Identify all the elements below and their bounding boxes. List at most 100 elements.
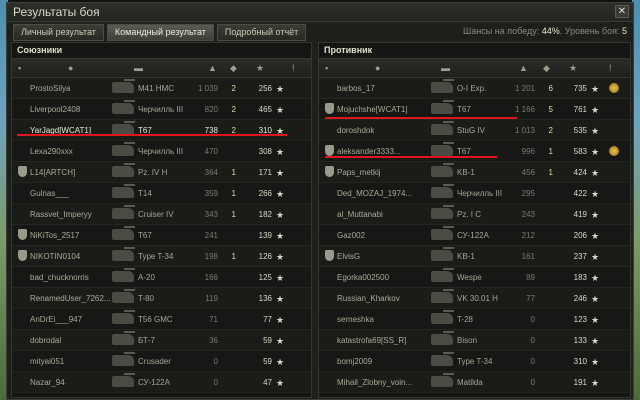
- platoon-icon: [18, 250, 27, 261]
- player-row[interactable]: Ded_MOZAJ_1974... Черчилль III 295 422 ★: [319, 183, 630, 204]
- tank-icon: [431, 205, 454, 219]
- player-column-icon[interactable]: ●: [68, 63, 73, 73]
- star-icon: ★: [591, 378, 600, 388]
- damage-value: 77: [526, 294, 535, 303]
- star-icon: ★: [276, 357, 285, 367]
- player-row[interactable]: bomj2009 Type T-34 0 310 ★: [319, 351, 630, 372]
- tank-icon: [431, 268, 454, 282]
- tab-team[interactable]: Командный результат: [106, 24, 214, 41]
- player-name: dobrodal: [30, 336, 62, 345]
- star-icon: ★: [591, 231, 600, 241]
- vehicle-name: БТ-7: [138, 336, 155, 345]
- player-row[interactable]: dobrodal БТ-7 36 59 ★: [12, 330, 311, 351]
- tab-detailed[interactable]: Подробный отчёт: [216, 24, 307, 41]
- xp-value: 126: [258, 252, 272, 261]
- player-name: ElvisG: [337, 252, 361, 261]
- damage-value: 456: [521, 168, 535, 177]
- tank-icon: [112, 331, 135, 345]
- player-row[interactable]: aleksander3333... T67 996 1 583 ★: [319, 141, 630, 162]
- damage-column-icon[interactable]: ▲: [519, 63, 528, 73]
- platoon-column-icon[interactable]: ▪: [18, 63, 21, 73]
- frags-value: 1: [231, 189, 236, 198]
- player-name: AnDrEi___947: [30, 315, 83, 324]
- frags-column-icon[interactable]: ◆: [230, 63, 237, 74]
- star-icon: ★: [591, 84, 600, 94]
- player-row[interactable]: AnDrEi___947 T56 GMC 71 77 ★: [12, 309, 311, 330]
- frags-value: 2: [548, 126, 553, 135]
- star-icon: ★: [591, 189, 600, 199]
- damage-value: 996: [521, 147, 535, 156]
- player-row[interactable]: NIKOTIN0104 Type T-34 198 1 126 ★: [12, 246, 311, 267]
- player-row[interactable]: Paps_metkij KB-1 456 1 424 ★: [319, 162, 630, 183]
- tab-bar: Личный результат Командный результат Под…: [13, 24, 309, 41]
- player-row[interactable]: RenamedUser_7262... T-80 119 136 ★: [12, 288, 311, 309]
- player-row[interactable]: YarJagd[WCAT1] T67 738 2 310 ★: [12, 120, 311, 141]
- player-name: doroshdok: [337, 126, 375, 135]
- damage-value: 71: [209, 315, 218, 324]
- player-row[interactable]: ElvisG KB-1 161 237 ★: [319, 246, 630, 267]
- player-name: Mojuchshe[WCAT1]: [337, 105, 408, 114]
- tank-icon: [112, 100, 135, 114]
- star-icon: ★: [591, 357, 600, 367]
- frags-value: 1: [231, 252, 236, 261]
- vehicle-name: СУ-122А: [457, 231, 489, 240]
- vehicle-name: Wespe: [457, 273, 482, 282]
- player-row[interactable]: Russian_Kharkov VK 30.01 H 77 246 ★: [319, 288, 630, 309]
- star-icon: ★: [591, 105, 600, 115]
- xp-value: 125: [258, 273, 272, 282]
- close-icon[interactable]: ✕: [615, 5, 629, 18]
- player-row[interactable]: barbos_17 O-I Exp. 1 201 6 735 ★: [319, 78, 630, 99]
- vehicle-name: Type T-34: [457, 357, 493, 366]
- player-row[interactable]: bad_chucknorris A-20 166 125 ★: [12, 267, 311, 288]
- tank-icon: [112, 289, 135, 303]
- player-row[interactable]: Rassvet_Imperyy Cruiser IV 343 1 182 ★: [12, 204, 311, 225]
- player-row[interactable]: Liverpool2408 Черчилль III 820 2 465 ★: [12, 99, 311, 120]
- highlight-marker: [325, 117, 517, 119]
- highlight-marker: [17, 134, 287, 136]
- player-row[interactable]: katastrofa69[SS_R] Bison 0 133 ★: [319, 330, 630, 351]
- player-row[interactable]: NiKiTos_2517 T67 241 139 ★: [12, 225, 311, 246]
- player-row[interactable]: Nazar_94 СУ-122А 0 47 ★: [12, 372, 311, 393]
- frags-column-icon[interactable]: ◆: [543, 63, 550, 74]
- player-name: Egorka002500: [337, 273, 390, 282]
- player-row[interactable]: Lexa290xxx Черчилль III 470 308 ★: [12, 141, 311, 162]
- player-row[interactable]: L14[ARTCH] Pz. IV H 364 1 171 ★: [12, 162, 311, 183]
- platoon-column-icon[interactable]: ▪: [325, 63, 328, 73]
- player-name: Nazar_94: [30, 378, 65, 387]
- tab-personal[interactable]: Личный результат: [13, 24, 104, 41]
- xp-column-icon[interactable]: ★: [569, 63, 577, 74]
- player-row[interactable]: mityai051 Crusader 0 59 ★: [12, 351, 311, 372]
- player-row[interactable]: Gaz002 СУ-122А 212 206 ★: [319, 225, 630, 246]
- damage-column-icon[interactable]: ▲: [208, 63, 217, 73]
- title-bar[interactable]: Результаты боя ✕: [7, 3, 633, 22]
- player-row[interactable]: Mihail_Zlobny_voin... Matilda 0 191 ★: [319, 372, 630, 393]
- tank-icon: [112, 373, 135, 387]
- allies-title: Союзники: [17, 45, 63, 55]
- xp-value: 206: [573, 231, 587, 240]
- player-row[interactable]: al_Muttanabi Pz. I C 243 419 ★: [319, 204, 630, 225]
- platoon-icon: [325, 250, 334, 261]
- player-row[interactable]: ProstoSilya M41 HMC 1 039 2 256 ★: [12, 78, 311, 99]
- player-name: NIKOTIN0104: [30, 252, 81, 261]
- player-row[interactable]: Gulnas___ T14 359 1 266 ★: [12, 183, 311, 204]
- xp-value: 139: [258, 231, 272, 240]
- platoon-icon: [325, 145, 334, 156]
- star-icon: ★: [276, 168, 285, 178]
- star-icon: ★: [276, 210, 285, 220]
- player-row[interactable]: doroshdok StuG IV 1 013 2 535 ★: [319, 120, 630, 141]
- damage-value: 0: [530, 357, 535, 366]
- xp-column-icon[interactable]: ★: [256, 63, 264, 74]
- player-name: L14[ARTCH]: [30, 168, 76, 177]
- medal-column-icon[interactable]: !: [609, 63, 612, 73]
- player-column-icon[interactable]: ●: [375, 63, 380, 73]
- player-name: Ded_MOZAJ_1974...: [337, 189, 413, 198]
- damage-value: 0: [213, 378, 218, 387]
- player-row[interactable]: serneshka T-28 0 123 ★: [319, 309, 630, 330]
- player-row[interactable]: Egorka002500 Wespe 89 183 ★: [319, 267, 630, 288]
- vehicle-name: Bison: [457, 336, 478, 345]
- vehicle-column-icon[interactable]: ▬: [134, 63, 143, 73]
- medal-column-icon[interactable]: !: [292, 63, 295, 73]
- vehicle-column-icon[interactable]: ▬: [441, 63, 450, 73]
- platoon-icon: [325, 166, 334, 177]
- damage-value: 364: [204, 168, 218, 177]
